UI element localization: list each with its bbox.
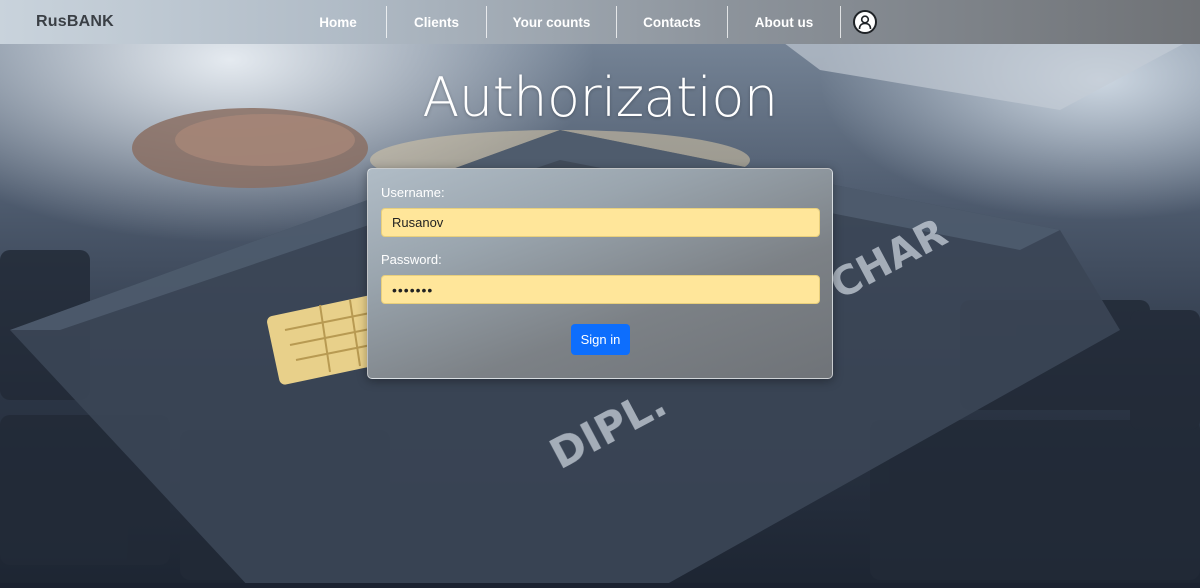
nav-link-your-counts[interactable]: Your counts: [487, 6, 617, 38]
user-account-button[interactable]: [845, 6, 885, 38]
password-input[interactable]: [381, 275, 820, 304]
user-icon: [853, 10, 877, 34]
bottom-strip: [0, 583, 1200, 588]
top-navbar: RusBANK Home Clients Your counts Contact…: [0, 0, 1200, 44]
brand-logo[interactable]: RusBANK: [36, 13, 114, 31]
nav-link-home[interactable]: Home: [290, 6, 387, 38]
login-form: Username: Password: Sign in: [367, 168, 833, 379]
password-label: Password:: [381, 252, 442, 267]
nav-link-contacts[interactable]: Contacts: [617, 6, 728, 38]
nav-links: Home Clients Your counts Contacts About …: [290, 0, 885, 44]
username-input[interactable]: [381, 208, 820, 237]
nav-link-about-us[interactable]: About us: [728, 6, 841, 38]
sign-in-button[interactable]: Sign in: [571, 324, 630, 355]
username-label: Username:: [381, 185, 445, 200]
nav-link-clients[interactable]: Clients: [387, 6, 487, 38]
page-title: Authorization: [422, 66, 778, 129]
